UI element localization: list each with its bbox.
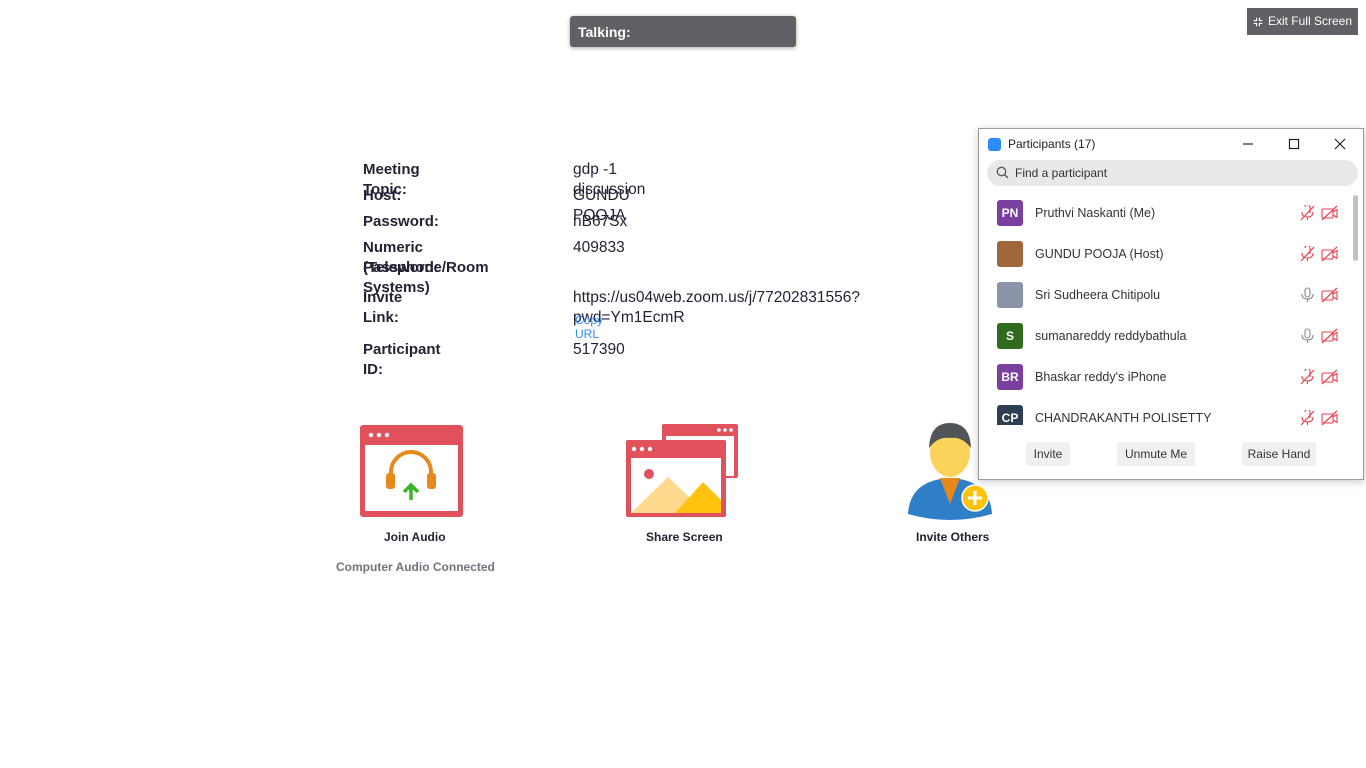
participant-avatar: CP — [997, 405, 1023, 425]
share-screen-icon — [626, 424, 738, 517]
raise-hand-button[interactable]: Raise Hand — [1242, 442, 1316, 466]
participant-list-scrollbar[interactable] — [1353, 193, 1359, 425]
share-screen-button[interactable]: Share Screen — [620, 420, 746, 550]
participant-name: sumanareddy reddybathula — [1035, 329, 1187, 343]
video-off-icon[interactable] — [1321, 246, 1338, 263]
share-screen-label: Share Screen — [646, 530, 723, 544]
exit-fullscreen-label: Exit Full Screen — [1267, 14, 1352, 28]
join-audio-button[interactable]: Join Audio — [355, 420, 471, 550]
password-label: Password: — [363, 213, 439, 230]
invite-link-label: Invite Link: — [363, 289, 403, 326]
video-off-icon[interactable] — [1321, 287, 1338, 304]
invite-link-value[interactable]: https://us04web.zoom.us/j/77202831556?pw… — [573, 288, 860, 328]
exit-fullscreen-icon — [1253, 17, 1263, 27]
participant-name: Bhaskar reddy's iPhone — [1035, 370, 1167, 384]
participant-row[interactable]: Ssumanareddy reddybathula — [979, 316, 1351, 357]
mic-muted-icon[interactable] — [1299, 205, 1316, 222]
participant-avatar: S — [997, 323, 1023, 349]
talking-indicator: Talking: — [570, 16, 796, 47]
participant-search-input[interactable]: Find a participant — [987, 160, 1358, 186]
participant-name: CHANDRAKANTH POLISETTY — [1035, 411, 1212, 425]
zoom-app-icon — [988, 138, 1001, 151]
participant-search-placeholder: Find a participant — [1015, 166, 1108, 180]
participant-name: Sri Sudheera Chitipolu — [1035, 288, 1161, 302]
participant-name: Pruthvi Naskanti (Me) — [1035, 206, 1156, 220]
close-icon[interactable] — [1331, 135, 1349, 153]
participant-row[interactable]: Sri Sudheera Chitipolu — [979, 275, 1351, 316]
invite-others-label: Invite Others — [916, 530, 990, 544]
participant-name: GUNDU POOJA (Host) — [1035, 247, 1164, 261]
participants-title: Participants (17) — [1008, 137, 1096, 151]
invite-button[interactable]: Invite — [1026, 442, 1070, 466]
mic-muted-icon[interactable] — [1299, 246, 1316, 263]
video-off-icon[interactable] — [1321, 328, 1338, 345]
mic-icon[interactable] — [1299, 287, 1316, 304]
participant-row[interactable]: PN Pruthvi Naskanti (Me) — [979, 193, 1351, 234]
host-label: Host: — [363, 187, 402, 204]
video-off-icon[interactable] — [1321, 369, 1338, 386]
participant-row[interactable]: GUNDU POOJA (Host) — [979, 234, 1351, 275]
unmute-me-button[interactable]: Unmute Me — [1117, 442, 1195, 466]
participant-avatar — [997, 282, 1023, 308]
video-off-icon[interactable] — [1321, 205, 1338, 222]
participant-row[interactable]: CP CHANDRAKANTH POLISETTY — [979, 398, 1351, 425]
talking-label: Talking: — [578, 24, 631, 40]
mic-muted-icon[interactable] — [1299, 410, 1316, 425]
join-audio-status: Computer Audio Connected — [336, 560, 495, 574]
password-value: nB67Sx — [573, 213, 628, 230]
participant-id-label: Participant ID: — [363, 341, 441, 378]
copy-url-link[interactable]: Copy URL — [575, 313, 603, 341]
numeric-password-value: 409833 — [573, 239, 625, 256]
join-audio-label: Join Audio — [384, 530, 446, 544]
mic-icon[interactable] — [1299, 328, 1316, 345]
participant-avatar: PN — [997, 200, 1023, 226]
minimize-icon[interactable] — [1239, 135, 1257, 153]
maximize-icon[interactable] — [1285, 135, 1303, 153]
participant-list: PN Pruthvi Naskanti (Me) GUNDU POOJA (Host… — [979, 193, 1351, 425]
search-icon — [996, 166, 1009, 179]
participant-avatar — [997, 241, 1023, 267]
participant-row[interactable]: BR Bhaskar reddy's iPhone — [979, 357, 1351, 398]
join-audio-icon — [360, 425, 463, 517]
mic-muted-icon[interactable] — [1299, 369, 1316, 386]
participant-id-value: 517390 — [573, 341, 625, 358]
participants-panel: Participants (17) Find a participant PN P… — [978, 128, 1364, 480]
video-off-icon[interactable] — [1321, 410, 1338, 425]
exit-fullscreen-button[interactable]: Exit Full Screen — [1247, 8, 1358, 35]
participants-titlebar[interactable]: Participants (17) — [979, 129, 1363, 159]
participant-avatar: BR — [997, 364, 1023, 390]
